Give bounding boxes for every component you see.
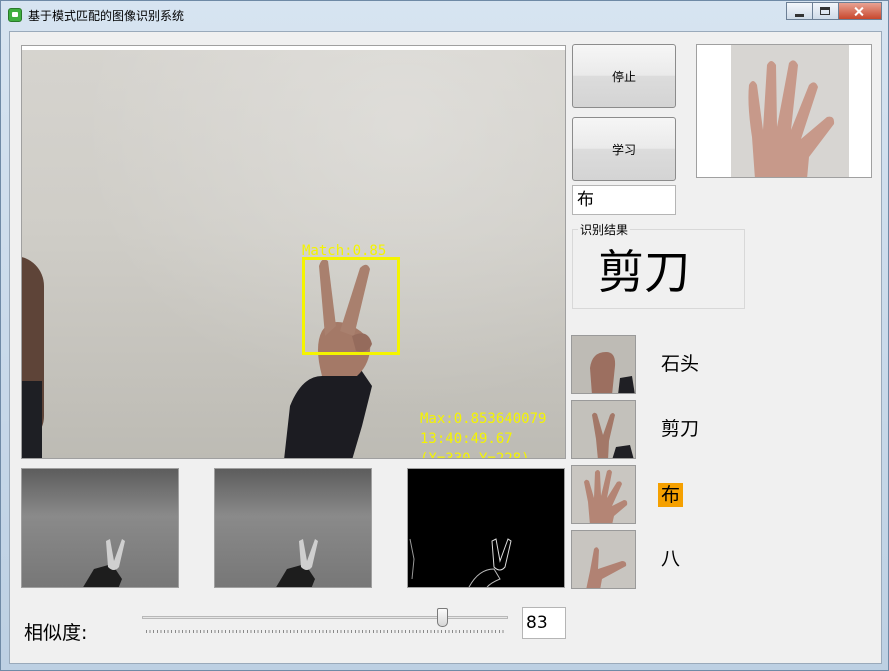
max-score-text: Max:0.853640079 bbox=[420, 411, 547, 427]
close-button[interactable] bbox=[838, 2, 882, 20]
similarity-label: 相似度: bbox=[24, 622, 88, 644]
slider-ticks bbox=[146, 630, 504, 633]
filtered-hand-image bbox=[276, 539, 318, 587]
slider-track bbox=[142, 616, 508, 619]
grayscale-hand-image bbox=[83, 539, 125, 587]
template-preview bbox=[696, 44, 872, 178]
template-label-eight: 八 bbox=[661, 548, 681, 570]
similarity-slider[interactable] bbox=[142, 606, 508, 634]
maximize-button[interactable] bbox=[812, 2, 838, 20]
learn-button[interactable]: 学习 bbox=[572, 117, 676, 181]
app-window: 基于模式匹配的图像识别系统 Match:0.85 Max:0.853640079 bbox=[0, 0, 889, 671]
template-thumb-fist[interactable] bbox=[571, 335, 636, 394]
filtered-view bbox=[214, 468, 372, 588]
grayscale-view bbox=[21, 468, 179, 588]
window-controls bbox=[786, 2, 882, 20]
match-score-text: Match:0.85 bbox=[302, 243, 387, 259]
open-hand-preview-image bbox=[697, 45, 871, 177]
template-label-rock: 石头 bbox=[661, 353, 700, 375]
fist-icon bbox=[572, 336, 635, 393]
camera-hand-image bbox=[284, 259, 372, 458]
template-label-paper: 布 bbox=[658, 483, 684, 507]
camera-view: Match:0.85 Max:0.853640079 13:40:49.67 (… bbox=[21, 45, 566, 459]
title-bar[interactable]: 基于模式匹配的图像识别系统 bbox=[1, 1, 889, 29]
similarity-value-field[interactable]: 83 bbox=[522, 607, 566, 639]
template-thumb-eight[interactable] bbox=[571, 530, 636, 589]
client-area: Match:0.85 Max:0.853640079 13:40:49.67 (… bbox=[9, 31, 882, 664]
template-thumb-scissors[interactable] bbox=[571, 400, 636, 459]
stop-button[interactable]: 停止 bbox=[572, 44, 676, 108]
result-group: 识别结果 剪刀 bbox=[572, 221, 745, 309]
eight-hand-icon bbox=[572, 531, 635, 588]
result-group-label: 识别结果 bbox=[578, 221, 631, 238]
coordinate-text: (X=330,Y=228) bbox=[420, 451, 530, 459]
edge-hand-image bbox=[409, 538, 512, 587]
slider-thumb[interactable] bbox=[437, 608, 448, 627]
match-rectangle bbox=[302, 257, 400, 355]
open-hand-icon bbox=[572, 466, 635, 523]
result-value: 剪刀 bbox=[598, 245, 690, 299]
minimize-button[interactable] bbox=[786, 2, 812, 20]
victory-hand-icon bbox=[572, 401, 635, 458]
app-icon bbox=[8, 8, 22, 22]
window-title: 基于模式匹配的图像识别系统 bbox=[28, 9, 185, 23]
template-thumb-paper[interactable] bbox=[571, 465, 636, 524]
edge-view bbox=[407, 468, 565, 588]
template-name-input[interactable]: 布 bbox=[572, 185, 676, 215]
template-label-scissors: 剪刀 bbox=[661, 418, 700, 440]
timestamp-text: 13:40:49.67 bbox=[420, 431, 513, 447]
